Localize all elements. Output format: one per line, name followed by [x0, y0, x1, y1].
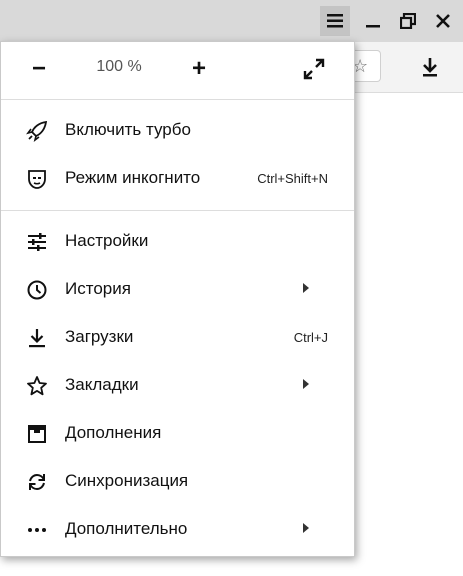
zoom-out-button[interactable]: −	[27, 54, 51, 84]
menu-item-label: Дополнительно	[65, 519, 188, 538]
submenu-arrow-icon	[303, 283, 309, 293]
menu-item-shortcut: Ctrl+J	[293, 330, 328, 345]
hamburger-icon	[327, 14, 343, 28]
menu-item-shortcut: Ctrl+Shift+N	[257, 171, 328, 186]
download-icon	[25, 326, 49, 350]
fullscreen-button[interactable]	[303, 58, 325, 80]
zoom-in-button[interactable]: +	[187, 54, 211, 84]
incognito-icon	[25, 167, 49, 191]
sync-icon	[25, 470, 49, 494]
menu-item-label: Включить турбо	[65, 120, 191, 139]
menu-item-label: Закладки	[65, 375, 139, 394]
star-icon	[25, 374, 49, 398]
zoom-row: − 100 % +	[1, 42, 354, 97]
restore-button[interactable]	[393, 6, 423, 36]
menu-item-sync[interactable]: Синхронизация	[1, 459, 354, 503]
menu-divider	[1, 99, 354, 100]
browser-main-menu: − 100 % + Включить турбо Режим инкогнито…	[0, 41, 355, 557]
menu-item-incognito[interactable]: Режим инкогнито Ctrl+Shift+N	[1, 156, 354, 200]
menu-item-addons[interactable]: Дополнения	[1, 411, 354, 455]
menu-item-settings[interactable]: Настройки	[1, 219, 354, 263]
minimize-button[interactable]	[358, 6, 388, 36]
menu-divider	[1, 210, 354, 211]
menu-item-label: Настройки	[65, 231, 149, 250]
clock-icon	[25, 278, 49, 302]
rocket-icon	[25, 119, 49, 143]
more-icon	[25, 518, 49, 542]
close-icon	[436, 14, 450, 28]
menu-item-more[interactable]: Дополнительно	[1, 507, 354, 551]
close-button[interactable]	[428, 6, 458, 36]
fullscreen-icon	[303, 58, 325, 80]
menu-item-history[interactable]: История	[1, 267, 354, 311]
submenu-arrow-icon	[303, 523, 309, 533]
menu-button[interactable]	[320, 6, 350, 36]
minimize-icon	[366, 25, 380, 28]
menu-item-turbo[interactable]: Включить турбо	[1, 108, 354, 152]
download-icon	[423, 58, 437, 77]
settings-sliders-icon	[25, 230, 49, 254]
menu-item-bookmarks[interactable]: Закладки	[1, 363, 354, 407]
addons-icon	[25, 422, 49, 446]
zoom-level: 100 %	[96, 58, 142, 75]
menu-item-label: Дополнения	[65, 423, 162, 442]
menu-item-label: Загрузки	[65, 327, 134, 346]
menu-item-label: Режим инкогнито	[65, 168, 201, 187]
submenu-arrow-icon	[303, 379, 309, 389]
menu-item-label: История	[65, 279, 131, 298]
menu-item-label: Синхронизация	[65, 471, 189, 490]
menu-item-downloads[interactable]: Загрузки Ctrl+J	[1, 315, 354, 359]
downloads-button[interactable]	[415, 52, 445, 82]
restore-icon	[400, 13, 416, 29]
